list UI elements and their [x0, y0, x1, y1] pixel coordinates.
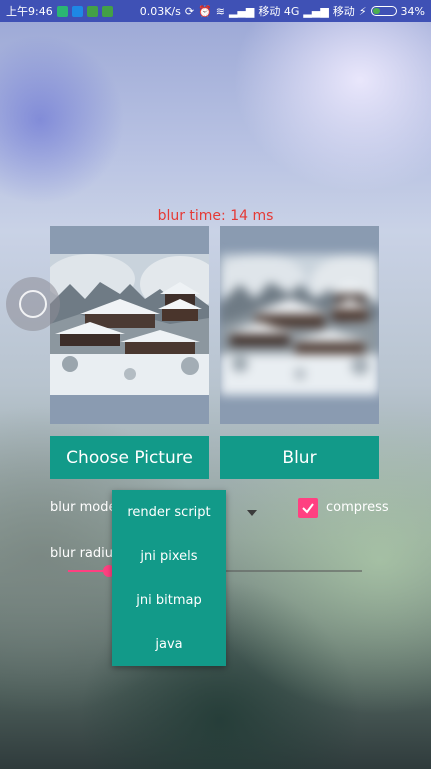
- carrier-2: 移动: [332, 5, 355, 18]
- blur-radius-label: blur radius: [50, 546, 120, 561]
- battery-percent: 34%: [400, 4, 425, 18]
- dropdown-item-java[interactable]: java: [112, 622, 226, 666]
- choose-picture-button[interactable]: Choose Picture: [50, 436, 209, 479]
- blurred-image: [220, 254, 379, 395]
- status-time: 上午9:46: [6, 5, 53, 18]
- app-notification-icon: [101, 5, 113, 17]
- network-speed: 0.03K/s: [139, 4, 181, 18]
- signal-icon: ▂▄▆: [229, 4, 255, 18]
- status-bar: 上午9:46 0.03K/s ⟳ ⏰ ≋ ▂▄▆ 移动 4G ▂▄▆ 移动 ⚡ …: [0, 0, 431, 22]
- blur-time-text: blur time: 14 ms: [157, 208, 274, 224]
- app-notification-icon: [71, 5, 83, 17]
- compress-checkbox[interactable]: [298, 498, 318, 518]
- sync-icon: ⟳: [184, 4, 195, 18]
- original-image: [50, 254, 209, 395]
- floating-assistive-button[interactable]: [6, 277, 60, 331]
- checkmark-icon: [302, 503, 314, 514]
- carrier-1: 移动 4G: [258, 5, 300, 18]
- charging-icon: ⚡: [358, 4, 367, 18]
- signal-icon: ▂▄▆: [303, 4, 329, 18]
- original-image-panel: [50, 226, 209, 424]
- compress-label: compress: [326, 500, 389, 515]
- battery-icon: [370, 6, 397, 16]
- dropdown-item-jni-bitmap[interactable]: jni bitmap: [112, 578, 226, 622]
- app-notification-icon: [56, 5, 68, 17]
- status-bar-right: 0.03K/s ⟳ ⏰ ≋ ▂▄▆ 移动 4G ▂▄▆ 移动 ⚡ 34%: [140, 3, 425, 19]
- blur-mode-label: blur mode:: [50, 500, 121, 515]
- dropdown-item-render-script[interactable]: render script: [112, 490, 226, 534]
- wifi-icon: ≋: [215, 4, 225, 18]
- ring-icon: [19, 290, 47, 318]
- dropdown-item-jni-pixels[interactable]: jni pixels: [112, 534, 226, 578]
- status-bar-left: 上午9:46: [6, 3, 113, 19]
- blur-button[interactable]: Blur: [220, 436, 379, 479]
- alarm-icon: ⏰: [198, 4, 212, 18]
- blurred-image-panel: [220, 226, 379, 424]
- dropdown-arrow-icon[interactable]: [247, 510, 257, 516]
- app-notification-icon: [86, 5, 98, 17]
- blur-mode-dropdown: render script jni pixels jni bitmap java: [112, 490, 226, 666]
